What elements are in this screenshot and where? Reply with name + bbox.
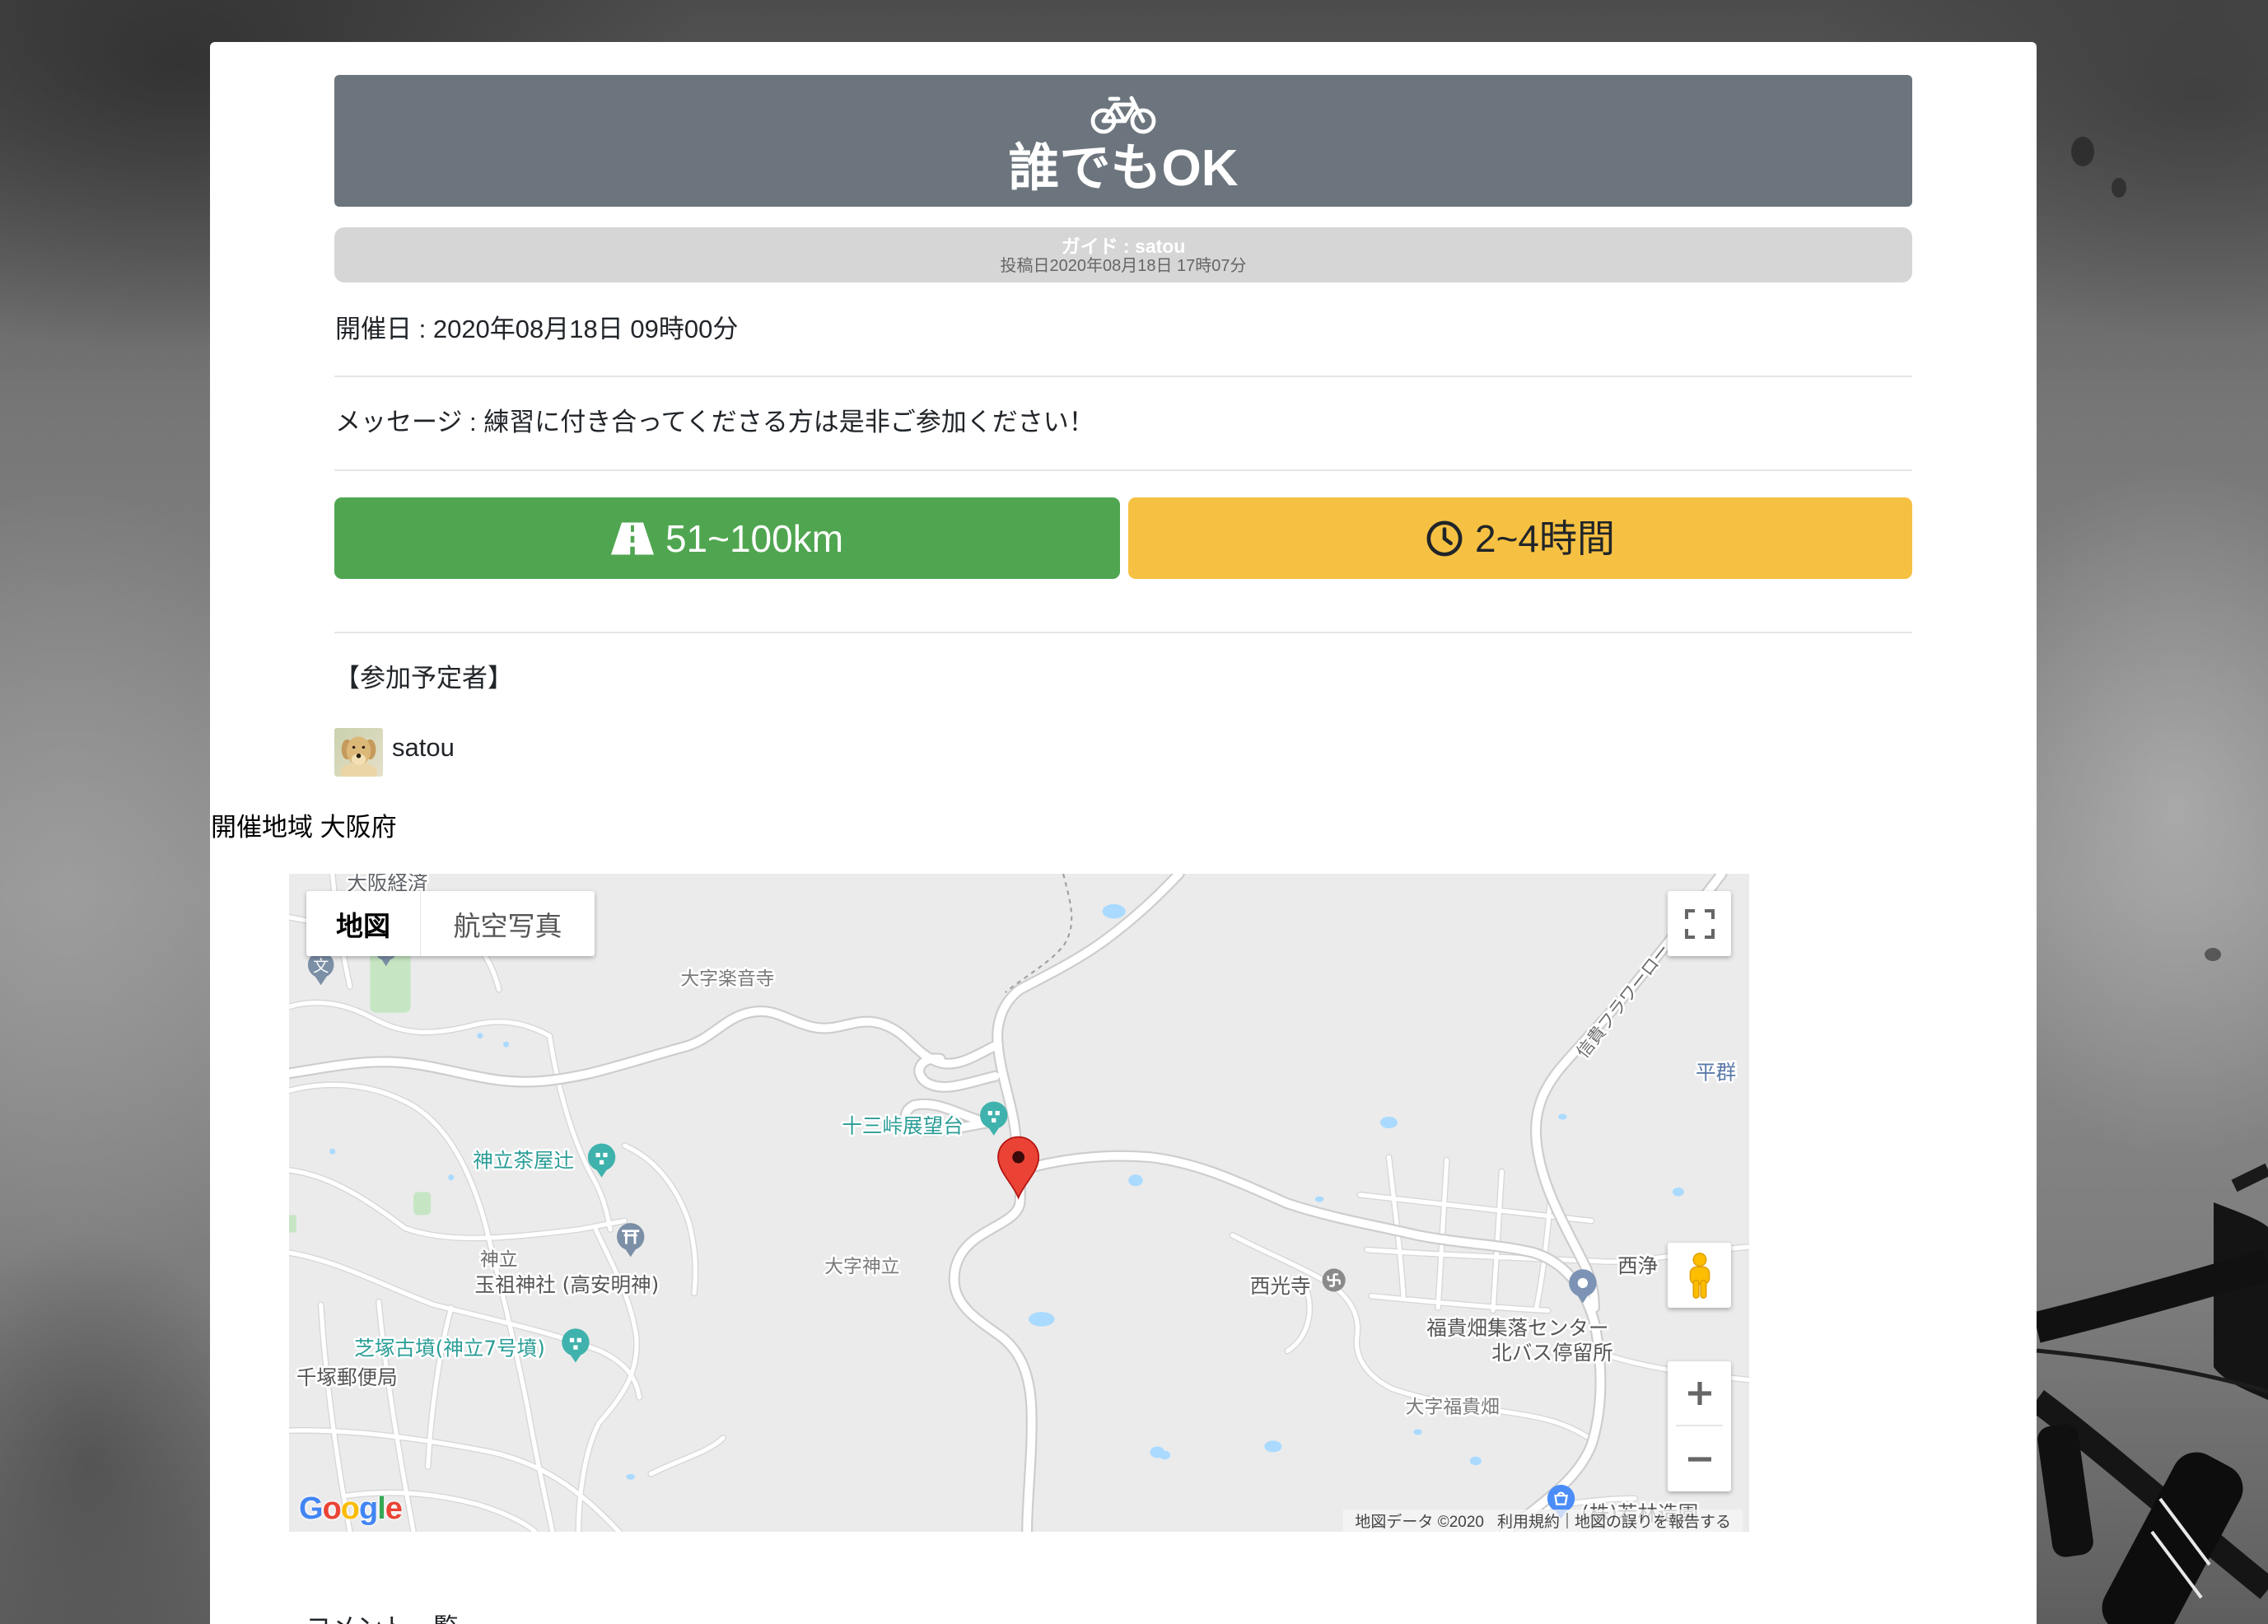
- road-icon: [610, 522, 654, 554]
- label-aza-kandachi: 大字神立: [824, 1257, 899, 1278]
- plus-icon: [1687, 1381, 1711, 1405]
- comments-heading: コメント一覧: [306, 1612, 651, 1624]
- distance-label: 51~100km: [665, 516, 844, 560]
- region-label: 開催地域 大阪府: [211, 813, 397, 842]
- dog-photo-avatar[interactable]: [334, 728, 383, 777]
- temple-pin-icon[interactable]: [1322, 1268, 1346, 1292]
- zoom-control: [1668, 1361, 1731, 1491]
- guide-bar: ガイド : satou 投稿日2020年08月18日 17時07分: [334, 227, 1912, 282]
- google-logo-letter: o: [340, 1491, 360, 1526]
- map-canvas[interactable]: 文 大阪経済 大字楽音寺 十三峠展望台 神立茶屋辻 神立 玉祖神社 (高安明神)…: [289, 874, 1749, 1532]
- map-attribution: 地図データ ©2020 利用規約 地図の誤りを報告する: [1343, 1510, 1743, 1532]
- label-fukihata-center: 福貴畑集落センター: [1426, 1316, 1608, 1340]
- divider: [334, 469, 1912, 471]
- fullscreen-button[interactable]: [1668, 891, 1731, 956]
- google-logo[interactable]: Google: [299, 1491, 403, 1527]
- label-kandachi-chayatsuji: 神立茶屋辻: [473, 1148, 574, 1172]
- label-heguri: 平群: [1696, 1060, 1736, 1084]
- label-saikoji: 西光寺: [1250, 1274, 1311, 1298]
- map-type-satellite-button[interactable]: 航空写真: [421, 891, 595, 956]
- zoom-out-button[interactable]: [1668, 1426, 1731, 1491]
- participant-name[interactable]: satou: [392, 731, 455, 764]
- guide-name: ガイド : satou: [1061, 235, 1186, 257]
- clock-icon: [1426, 520, 1463, 556]
- distance-badge: 51~100km: [334, 497, 1120, 579]
- label-kandachi: 神立: [480, 1249, 518, 1271]
- map-type-map-button[interactable]: 地図: [306, 891, 421, 956]
- label-aza-fukihata: 大字福貴畑: [1406, 1397, 1500, 1418]
- label-shibazuka-kofun: 芝塚古墳(神立7号墳): [354, 1337, 545, 1360]
- google-map[interactable]: 文 大阪経済 大字楽音寺 十三峠展望台 神立茶屋辻 神立 玉祖神社 (高安明神)…: [289, 874, 1749, 1532]
- google-logo-letter: G: [299, 1491, 324, 1526]
- google-logo-letter: e: [385, 1491, 403, 1526]
- label-nishijo: 西浄: [1617, 1254, 1658, 1278]
- label-jusan-toge: 十三峠展望台: [842, 1113, 964, 1137]
- label-tamaoya-jinja: 玉祖神社 (高安明神): [475, 1273, 660, 1297]
- comments-heading-container: コメント一覧: [306, 1612, 651, 1624]
- duration-badge: 2~4時間: [1128, 497, 1912, 579]
- report-error-link[interactable]: 地図の誤りを報告する: [1568, 1510, 1738, 1532]
- google-logo-letter: o: [322, 1491, 342, 1526]
- divider: [334, 376, 1912, 377]
- divider: [334, 632, 1912, 633]
- event-title: 誰でもOK: [1008, 140, 1239, 197]
- event-message: メッセージ : 練習に付き合ってくださる方は是非ご参加ください！: [335, 408, 1094, 436]
- google-logo-letter: g: [359, 1491, 378, 1526]
- google-logo-letter: l: [377, 1491, 386, 1526]
- duration-label: 2~4時間: [1474, 516, 1616, 560]
- street-view-button[interactable]: [1668, 1243, 1731, 1308]
- label-kita-bus-stop: 北バス停留所: [1491, 1341, 1613, 1365]
- page: 誰でもOK ガイド : satou 投稿日2020年08月18日 17時07分 …: [0, 0, 2268, 1624]
- map-data-credit: 地図データ ©2020: [1355, 1514, 1484, 1531]
- school-glyph: 文: [313, 958, 329, 976]
- terms-link[interactable]: 利用規約: [1491, 1510, 1566, 1532]
- pegman-icon: [1689, 1252, 1710, 1299]
- label-rakuonji: 大字楽音寺: [680, 968, 774, 990]
- posted-date: 投稿日2020年08月18日 17時07分: [1000, 256, 1247, 275]
- background-bicycle-photo: [2037, 137, 2268, 1624]
- event-date: 開催日 : 2020年08月18日 09時00分: [335, 315, 739, 343]
- label-senzuka-post: 千塚郵便局: [296, 1365, 398, 1389]
- fullscreen-icon: [1684, 908, 1715, 939]
- event-header: 誰でもOK: [334, 75, 1912, 207]
- bicycle-icon: [1090, 96, 1156, 134]
- map-type-control: 地図 航空写真: [306, 891, 595, 956]
- participants-heading: 【参加予定者】: [334, 664, 513, 693]
- minus-icon: [1687, 1456, 1711, 1462]
- zoom-in-button[interactable]: [1676, 1361, 1723, 1426]
